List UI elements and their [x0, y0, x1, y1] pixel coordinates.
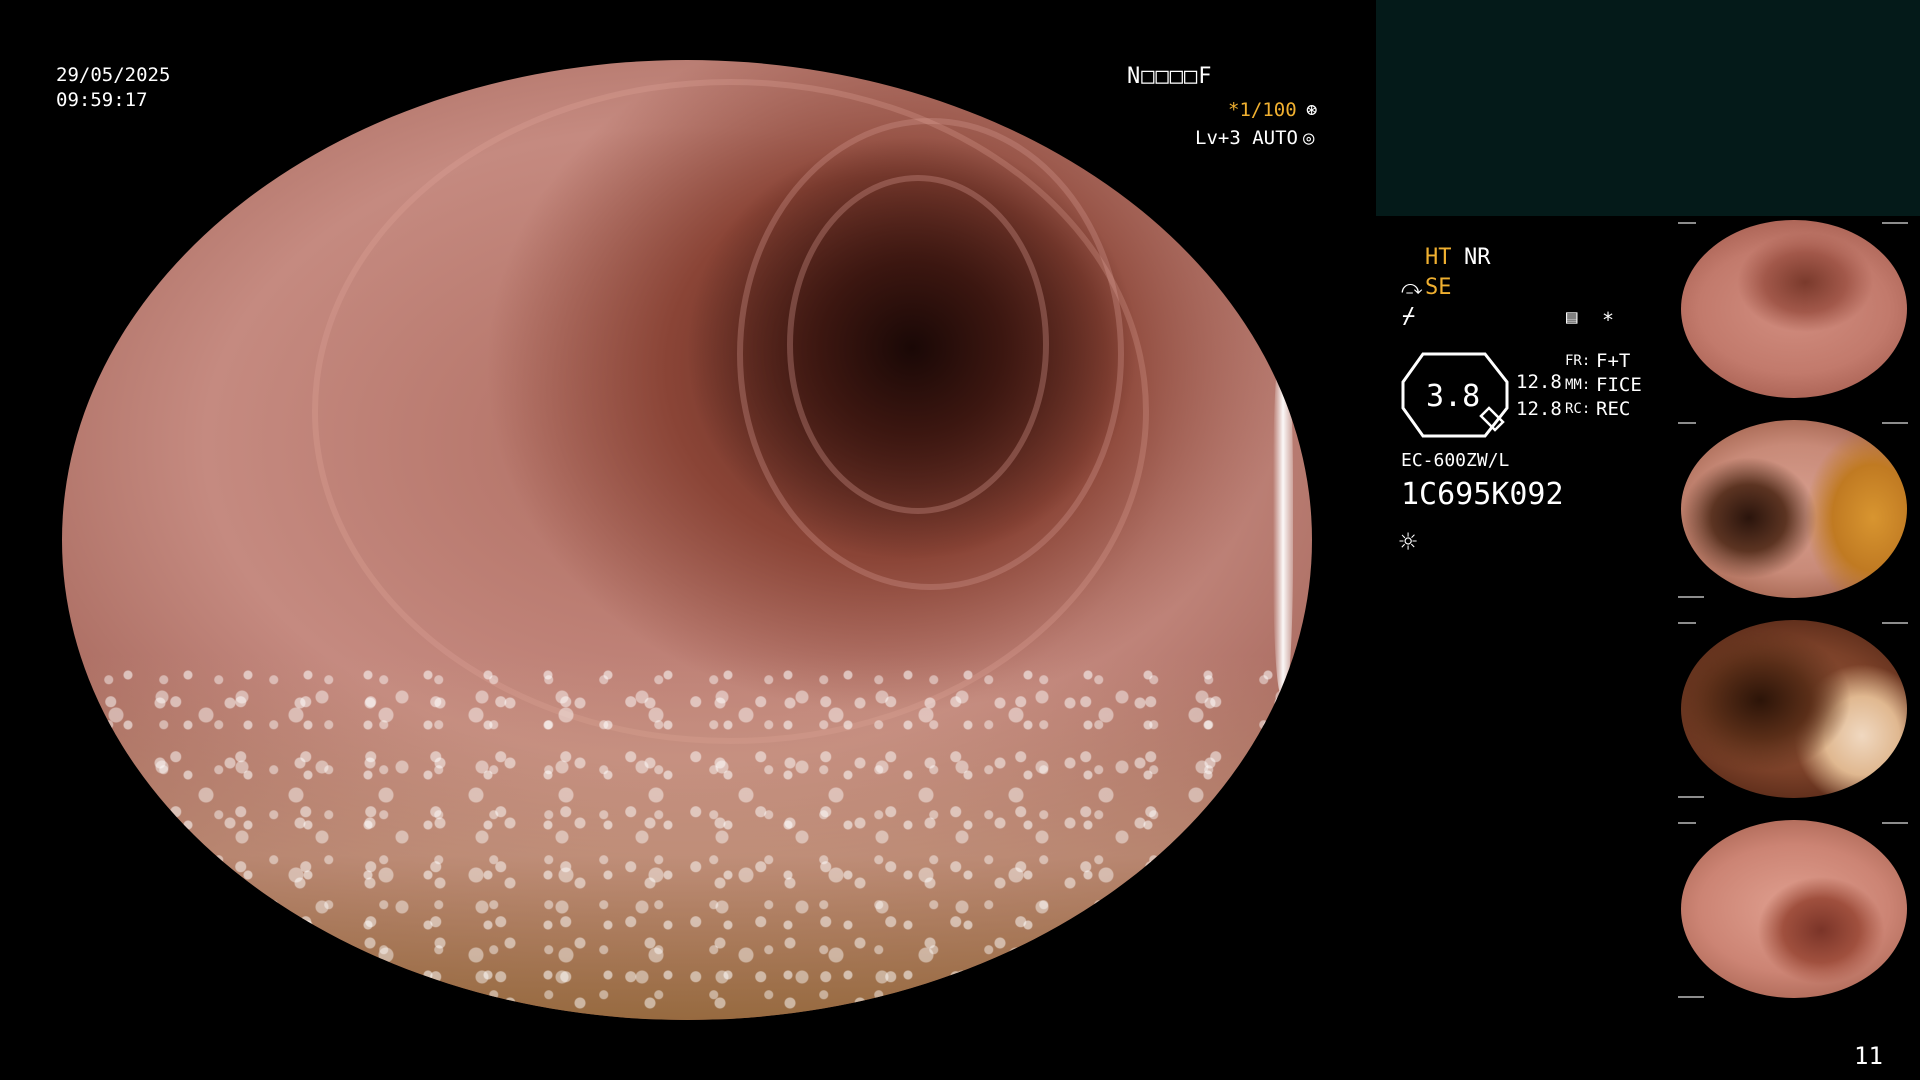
memo-icon: ▤ — [1566, 306, 1578, 328]
fluid-bubbles — [62, 655, 1312, 1020]
capture-thumbnail[interactable] — [1674, 816, 1914, 1006]
structure-enhance-icon: ⤼ — [1401, 275, 1423, 299]
fr-label: FR: — [1565, 353, 1591, 369]
thumbnail-meta-line — [1882, 222, 1908, 224]
thumbnail-meta-line — [1678, 422, 1696, 424]
info-box — [1376, 0, 1920, 216]
scope-model: EC-600ZW/L — [1401, 450, 1510, 471]
thumbnail-meta-line — [1678, 996, 1704, 998]
thumbnail-image — [1681, 419, 1907, 599]
thumbnail-meta-line — [1678, 596, 1704, 598]
filter-icon: ⌿ — [1402, 304, 1416, 329]
light-reflection — [1273, 348, 1294, 694]
fr-value: F+T — [1596, 350, 1631, 372]
endoscopic-live-view — [62, 60, 1312, 1020]
exam-date: 29/05/2025 — [56, 64, 171, 86]
shutter-icon: ⊛ — [1306, 99, 1318, 121]
nr-indicator: NR — [1464, 245, 1491, 270]
page-number: 11 — [1854, 1042, 1883, 1070]
thumbnail-meta-line — [1678, 796, 1704, 798]
setting-value-b: 12.8 — [1516, 398, 1562, 420]
capture-thumbnail[interactable] — [1674, 216, 1914, 406]
brightness-level: Lv+3 AUTO — [1195, 127, 1298, 149]
capture-thumbnail[interactable] — [1674, 416, 1914, 606]
thumbnail-meta-line — [1678, 622, 1696, 624]
mm-label: MM: — [1565, 377, 1591, 393]
iris-icon: ◎ — [1303, 127, 1315, 149]
thumbnail-meta-line — [1678, 222, 1696, 224]
zoom-value: 3.8 — [1426, 379, 1481, 414]
asterisk-indicator: * — [1602, 308, 1615, 332]
thumbnail-meta-line — [1882, 422, 1908, 424]
light-icon: ☼ — [1399, 525, 1418, 560]
thumbnail-image — [1681, 219, 1907, 399]
rc-value: REC — [1596, 398, 1631, 420]
capture-thumbnail[interactable] — [1674, 616, 1914, 806]
patient-id: N□□□□F — [1127, 64, 1213, 89]
ht-indicator: HT — [1425, 245, 1452, 270]
thumbnail-image — [1681, 819, 1907, 999]
se-indicator: SE — [1425, 275, 1452, 300]
exam-time: 09:59:17 — [56, 89, 148, 111]
shutter-speed: *1/100 — [1228, 99, 1297, 121]
mm-value: FICE — [1596, 374, 1642, 396]
thumbnail-meta-line — [1882, 822, 1908, 824]
rc-label: RC: — [1565, 401, 1591, 417]
setting-value-a: 12.8 — [1516, 371, 1562, 393]
endoscopy-monitor: 29/05/2025 09:59:17 N□□□□F *1/100 ⊛ Lv+3… — [0, 0, 1920, 1080]
thumbnail-meta-line — [1882, 622, 1908, 624]
thumbnail-meta-line — [1678, 822, 1696, 824]
thumbnail-image — [1681, 619, 1907, 799]
scope-serial: 1C695K092 — [1401, 477, 1564, 512]
mucosal-fold — [312, 79, 1149, 744]
